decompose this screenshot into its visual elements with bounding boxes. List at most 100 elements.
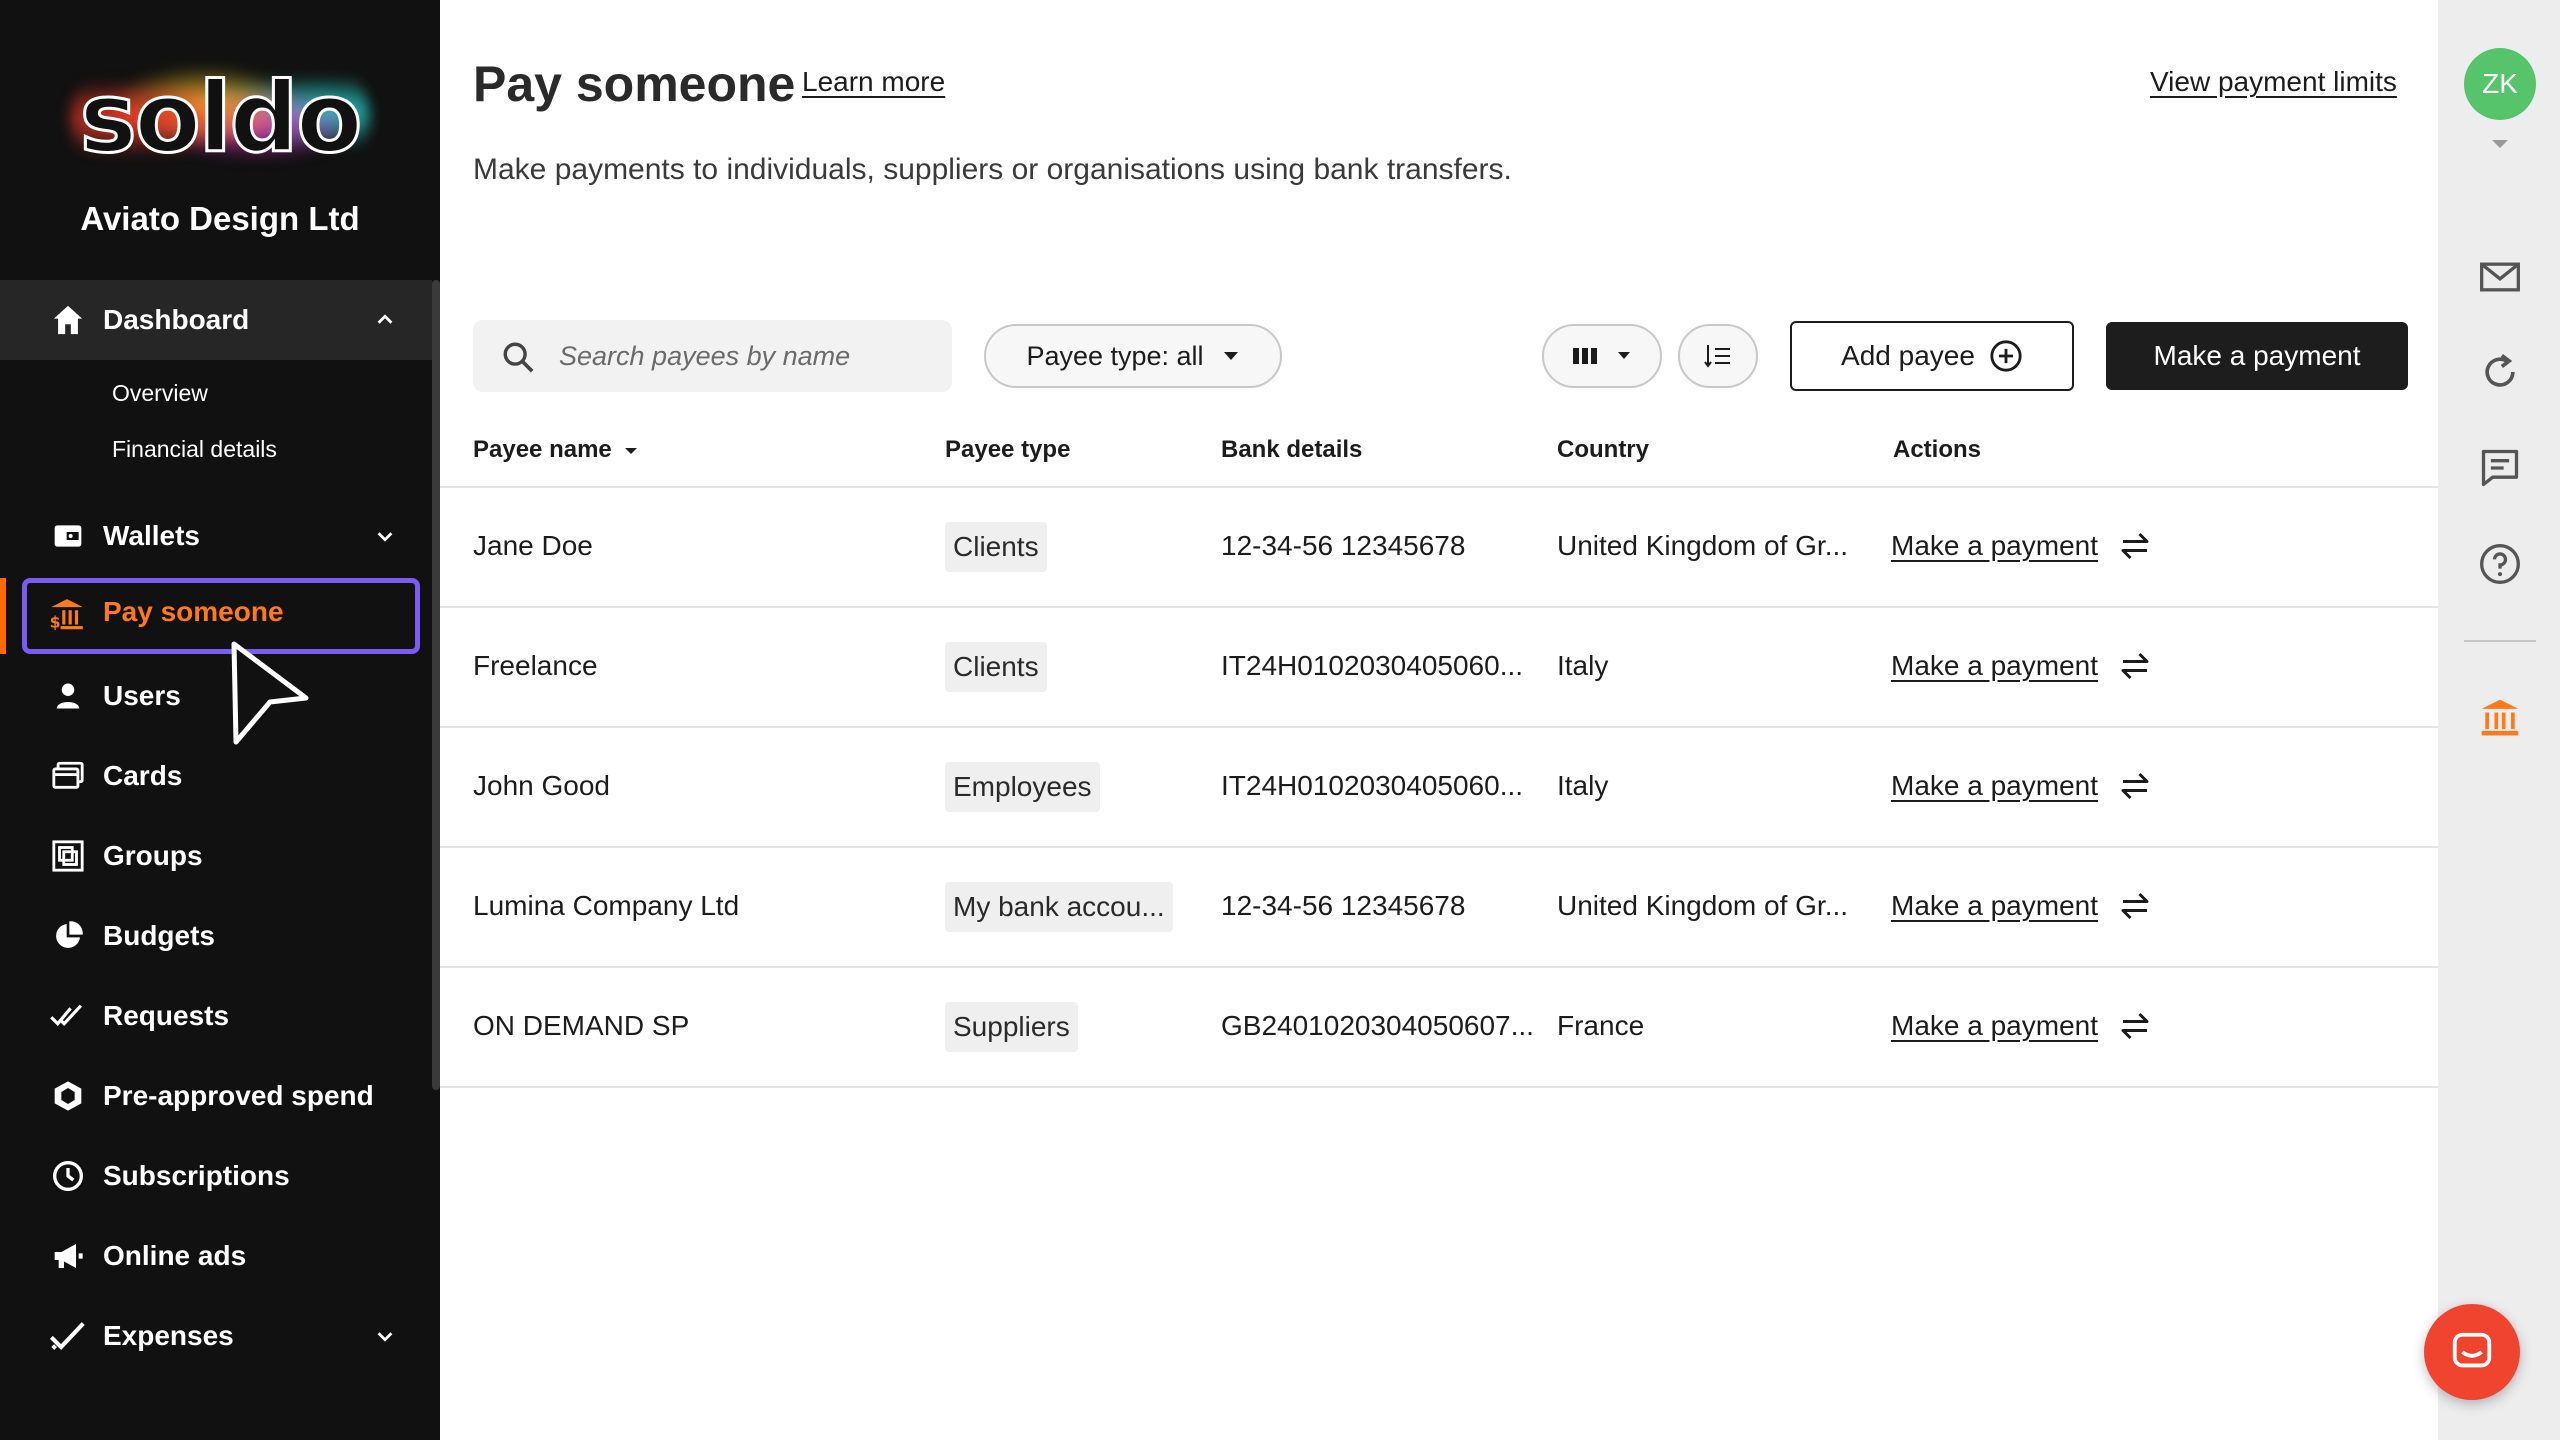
payee-name-cell: John Good <box>473 770 610 801</box>
sidebar-scrollbar[interactable] <box>432 280 440 1090</box>
country-cell: Italy <box>1557 770 1609 801</box>
sidebar-item-label: Users <box>103 680 181 711</box>
row-make-payment-link[interactable]: Make a payment <box>1891 1010 2098 1042</box>
sidebar-item-dashboard[interactable]: Dashboard <box>0 280 432 360</box>
search-icon <box>501 340 535 374</box>
company-name: Aviato Design Ltd <box>80 200 360 237</box>
table-row: Freelance Clients IT24H0102030405060... … <box>440 608 2438 728</box>
bank-details-cell: 12-34-56 12345678 <box>1221 530 1466 561</box>
bank-details-cell: IT24H0102030405060... <box>1221 650 1524 681</box>
make-payment-button[interactable]: Make a payment <box>2106 322 2408 390</box>
chevron-down-icon[interactable] <box>370 1321 400 1351</box>
bank-transfer-icon: $ <box>48 596 88 636</box>
search-box[interactable] <box>473 320 952 392</box>
sidebar-item-subscriptions[interactable]: Subscriptions <box>0 1136 432 1216</box>
sort-options-button[interactable] <box>1678 324 1758 388</box>
column-header-actions: Actions <box>1893 436 1982 463</box>
user-icon <box>48 676 88 716</box>
list-sort-icon <box>1704 345 1730 368</box>
payee-name-cell: Freelance <box>473 650 598 681</box>
country-cell: Italy <box>1557 650 1609 681</box>
check-icon <box>48 1316 88 1356</box>
sidebar-item-requests[interactable]: Requests <box>0 976 432 1056</box>
sidebar-item-expenses[interactable]: Expenses <box>0 1296 432 1376</box>
row-make-payment-link[interactable]: Make a payment <box>1891 890 2098 922</box>
transfer-arrows-icon[interactable] <box>2117 1008 2153 1044</box>
soldo-logo[interactable]: soldo <box>70 58 370 178</box>
bank-icon[interactable] <box>2478 696 2522 740</box>
payee-type-badge: Employees <box>945 762 1100 812</box>
chat-bubble-icon <box>2452 1332 2492 1368</box>
refresh-icon[interactable] <box>2478 350 2522 394</box>
sidebar-item-label: Requests <box>103 1000 230 1031</box>
sort-caret-icon <box>625 447 638 454</box>
mouse-pointer-icon <box>231 641 309 745</box>
add-payee-label: Add payee <box>1841 340 1975 371</box>
sidebar-item-label: Pre-approved spend <box>103 1080 374 1111</box>
learn-more-link[interactable]: Learn more <box>802 66 945 98</box>
home-icon <box>48 300 88 340</box>
sidebar-item-groups[interactable]: Groups <box>0 816 432 896</box>
sidebar: soldo Aviato Design Ltd Dashboard Overvi… <box>0 0 440 1440</box>
transfer-arrows-icon[interactable] <box>2117 888 2153 924</box>
support-chat-button[interactable] <box>2424 1304 2520 1400</box>
chat-icon[interactable] <box>2478 446 2522 490</box>
payee-name-cell: ON DEMAND SP <box>473 1010 690 1041</box>
payee-type-filter[interactable]: Payee type: all <box>984 324 1282 388</box>
pie-icon <box>48 916 88 956</box>
svg-text:$: $ <box>50 613 61 632</box>
search-input[interactable] <box>559 332 929 380</box>
sidebar-item-online-ads[interactable]: Online ads <box>0 1216 432 1296</box>
wallet-icon <box>48 516 88 556</box>
columns-icon <box>1573 348 1597 364</box>
row-make-payment-link[interactable]: Make a payment <box>1891 530 2098 562</box>
table-row: John Good Employees IT24H0102030405060..… <box>440 728 2438 848</box>
active-indicator <box>0 578 6 654</box>
column-header-payee-name[interactable]: Payee name <box>473 436 638 464</box>
rail-divider <box>2464 640 2536 642</box>
column-header-payee-type: Payee type <box>945 436 1071 463</box>
caret-down-icon <box>1618 352 1630 359</box>
chevron-up-icon[interactable] <box>370 305 400 335</box>
caret-down-icon[interactable] <box>2490 138 2510 150</box>
plus-circle-icon <box>1990 340 2022 372</box>
logo-text: soldo <box>78 61 364 176</box>
sidebar-item-pre-approved-spend[interactable]: Pre-approved spend <box>0 1056 432 1136</box>
country-cell: United Kingdom of Gr... <box>1557 890 1849 921</box>
avatar-initials: ZK <box>2482 68 2518 99</box>
sidebar-item-label: Wallets <box>103 520 200 551</box>
sidebar-item-label: Budgets <box>103 920 215 951</box>
hexagon-icon <box>48 1076 88 1116</box>
column-picker-button[interactable] <box>1542 324 1662 388</box>
sidebar-item-cards[interactable]: Cards <box>0 736 432 816</box>
page-title: Pay someone <box>473 56 796 112</box>
payee-type-badge: My bank accou... <box>945 882 1173 932</box>
sidebar-item-label: Expenses <box>103 1320 234 1351</box>
chevron-down-icon[interactable] <box>370 521 400 551</box>
payee-type-badge: Clients <box>945 522 1047 572</box>
sidebar-item-label: Subscriptions <box>103 1160 290 1191</box>
transfer-arrows-icon[interactable] <box>2117 648 2153 684</box>
sidebar-item-budgets[interactable]: Budgets <box>0 896 432 976</box>
payee-name-cell: Lumina Company Ltd <box>473 890 740 921</box>
payee-type-filter-label: Payee type: all <box>1026 340 1204 371</box>
mail-icon[interactable] <box>2478 255 2522 299</box>
bank-details-cell: 12-34-56 12345678 <box>1221 890 1466 921</box>
sidebar-subitem-overview[interactable]: Overview <box>112 380 208 407</box>
help-icon[interactable] <box>2478 542 2522 586</box>
card-icon <box>48 756 88 796</box>
transfer-arrows-icon[interactable] <box>2117 768 2153 804</box>
row-make-payment-link[interactable]: Make a payment <box>1891 770 2098 802</box>
double-check-icon <box>48 996 88 1036</box>
sidebar-subitem-financial-details[interactable]: Financial details <box>112 436 277 463</box>
view-payment-limits-link[interactable]: View payment limits <box>2150 66 2397 98</box>
column-header-label: Payee name <box>473 436 612 463</box>
add-payee-button[interactable]: Add payee <box>1790 321 2074 391</box>
page-subtitle: Make payments to individuals, suppliers … <box>473 153 1512 186</box>
sidebar-item-users[interactable]: Users <box>0 656 432 736</box>
table-row: Jane Doe Clients 12-34-56 12345678 Unite… <box>440 488 2438 608</box>
transfer-arrows-icon[interactable] <box>2117 528 2153 564</box>
avatar[interactable]: ZK <box>2464 48 2536 120</box>
sidebar-item-wallets[interactable]: Wallets <box>0 496 432 576</box>
row-make-payment-link[interactable]: Make a payment <box>1891 650 2098 682</box>
